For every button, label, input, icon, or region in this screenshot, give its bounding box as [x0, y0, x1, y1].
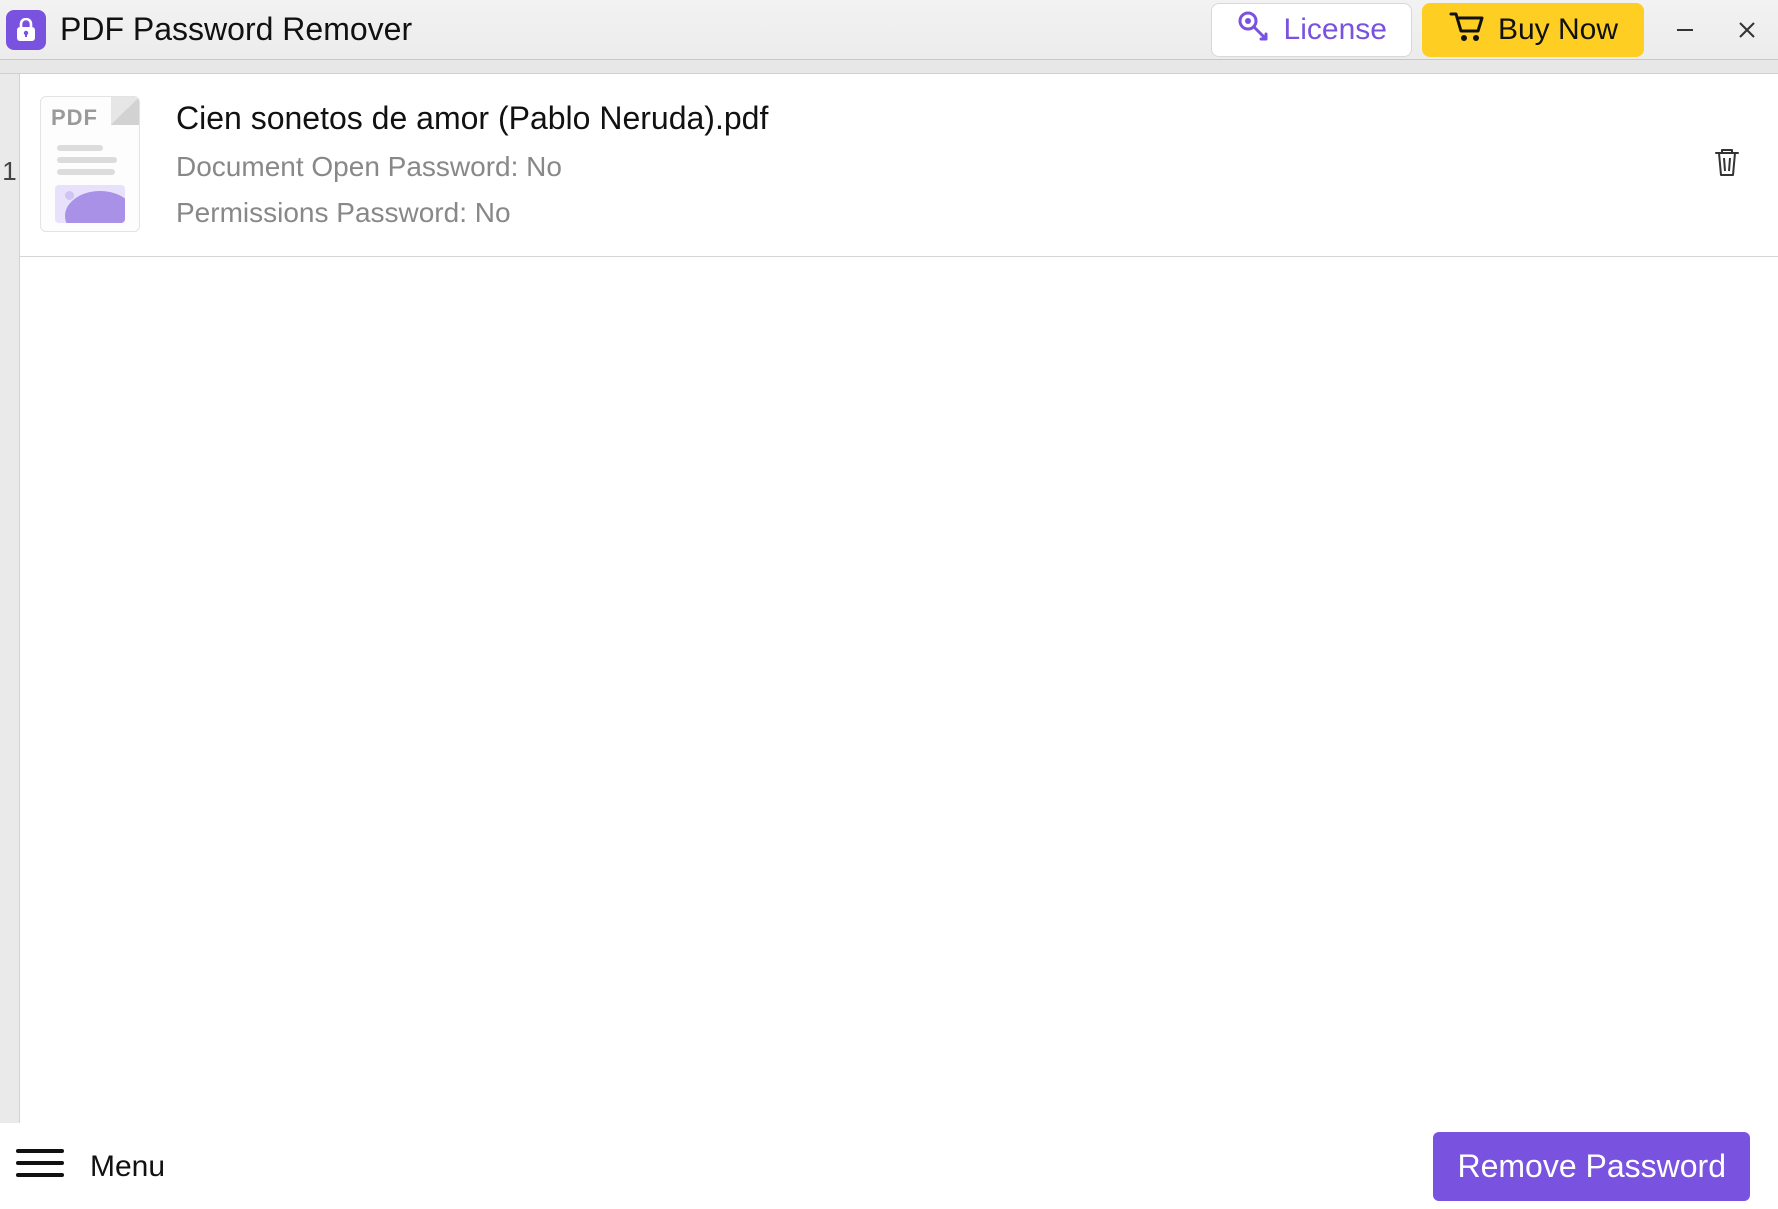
file-row[interactable]: PDF Cien sonetos de amor (Pablo Neruda).…: [20, 74, 1778, 257]
menu-button[interactable]: Menu: [14, 1143, 165, 1191]
menu-label: Menu: [90, 1150, 165, 1184]
permissions-password-status: Permissions Password: No: [176, 197, 1692, 229]
document-open-password-status: Document Open Password: No: [176, 151, 1692, 183]
file-meta: Cien sonetos de amor (Pablo Neruda).pdf …: [176, 100, 1692, 229]
remove-password-button[interactable]: Remove Password: [1433, 1132, 1750, 1201]
bottom-bar: Menu Remove Password: [0, 1123, 1778, 1209]
license-label: License: [1284, 13, 1387, 47]
thumb-pdf-label: PDF: [51, 105, 98, 131]
file-name: Cien sonetos de amor (Pablo Neruda).pdf: [176, 100, 1692, 137]
row-number-gutter: 1: [0, 74, 20, 1123]
app-title: PDF Password Remover: [60, 11, 412, 48]
top-divider-strip: [0, 60, 1778, 74]
key-icon: [1236, 9, 1270, 51]
cart-icon: [1448, 9, 1484, 51]
buy-now-button[interactable]: Buy Now: [1422, 3, 1644, 57]
app-icon: [6, 10, 46, 50]
content-area: 1 PDF Cien sonetos de amor (Pablo Neruda…: [0, 74, 1778, 1123]
close-button[interactable]: [1716, 0, 1778, 60]
hamburger-icon: [14, 1143, 66, 1191]
delete-file-button[interactable]: [1712, 146, 1742, 183]
title-bar: PDF Password Remover License Buy Now: [0, 0, 1778, 60]
trash-icon: [1712, 165, 1742, 182]
file-list: PDF Cien sonetos de amor (Pablo Neruda).…: [20, 74, 1778, 1123]
minimize-button[interactable]: [1654, 0, 1716, 60]
license-button[interactable]: License: [1211, 3, 1412, 57]
remove-password-label: Remove Password: [1457, 1148, 1726, 1184]
row-number: 1: [2, 156, 16, 187]
buy-now-label: Buy Now: [1498, 13, 1618, 47]
pdf-thumbnail-icon: PDF: [40, 96, 140, 232]
